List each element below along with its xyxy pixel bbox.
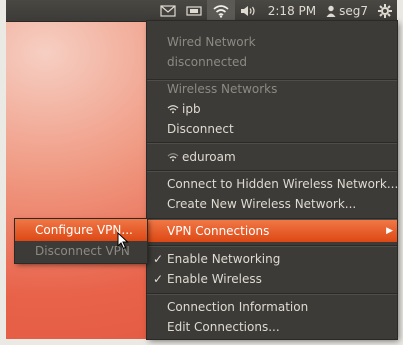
network-indicator[interactable] [206,0,235,21]
network-name: ipb [182,102,201,116]
edit-connections-item[interactable]: Edit Connections... [147,316,397,338]
wifi-signal-icon [167,105,179,114]
submenu-arrow-icon: ▶ [386,226,393,236]
user-name: seg7 [339,3,368,18]
keyboard-icon [186,5,202,16]
network-menu: Wired Network disconnected Wireless Netw… [147,21,398,339]
sound-indicator[interactable] [235,0,263,21]
user-menu[interactable]: seg7 [321,0,373,21]
connection-information-item[interactable]: Connection Information [147,296,397,318]
network-name: eduroam [182,150,236,164]
wired-network-status: disconnected [167,55,248,69]
checkmark-icon: ✓ [153,272,164,286]
menu-item-network-eduroam[interactable]: eduroam [147,146,397,168]
vpn-connections-item[interactable]: VPN Connections ▶ [147,220,397,242]
wireless-networks-header: Wireless Networks [167,82,278,96]
wired-network-header: Wired Network [167,35,256,49]
top-panel: 2:18 PM seg7 [6,0,397,21]
enable-wireless-item[interactable]: ✓ Enable Wireless [147,268,397,290]
clock-time: 2:18 PM [267,3,317,18]
wifi-icon [213,4,229,18]
session-menu[interactable] [373,0,397,21]
gear-icon [378,3,392,18]
connect-hidden-network-item[interactable]: Connect to Hidden Wireless Network... [147,173,398,195]
menu-separator [147,293,397,295]
keyboard-indicator[interactable] [181,0,207,21]
vpn-connections-label: VPN Connections [167,224,270,238]
user-icon [326,5,336,17]
volume-icon [240,5,255,16]
mail-indicator[interactable] [155,0,181,21]
menu-separator [147,142,397,144]
clock[interactable]: 2:18 PM [263,0,321,21]
mail-icon [160,4,176,17]
menu-separator [147,170,397,172]
wifi-signal-icon [167,153,179,162]
menu-separator [147,245,397,247]
disconnect-menu-item[interactable]: Disconnect [147,118,397,140]
create-new-network-item[interactable]: Create New Wireless Network... [147,193,397,215]
enable-networking-label: Enable Networking [167,252,281,266]
checkmark-icon: ✓ [153,252,164,266]
enable-wireless-label: Enable Wireless [167,272,262,286]
mouse-cursor-icon [117,232,129,250]
menu-item-network-ipb[interactable]: ipb [147,98,397,120]
enable-networking-item[interactable]: ✓ Enable Networking [147,248,397,270]
